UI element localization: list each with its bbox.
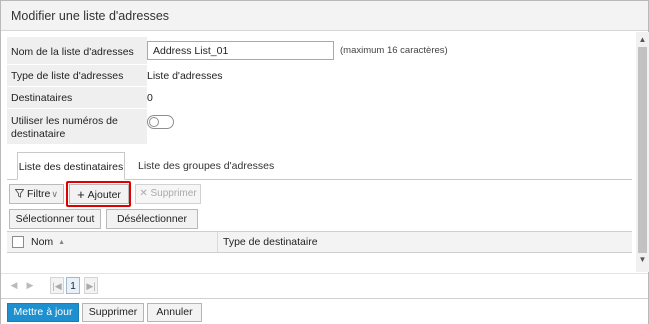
x-icon: ✕ (139, 188, 148, 199)
name-label: Nom de la liste d'adresses (11, 46, 134, 58)
edit-address-list-dialog: Modifier une liste d'adresses Nom de la … (0, 0, 649, 324)
dialog-title-bar: Modifier une liste d'adresses (1, 1, 648, 31)
type-value: Liste d'adresses (147, 70, 223, 82)
form-row-recipients: Destinataires 0 (7, 87, 632, 109)
recipients-count: 0 (147, 92, 153, 104)
prev-arrow-icon[interactable]: ◀ (8, 277, 20, 294)
grid-pager: ◀ ▶ |◀ 1 ▶| (1, 273, 648, 297)
sort-up-icon: ▲ (58, 239, 66, 246)
toggle-knob (149, 117, 159, 127)
first-page-icon[interactable]: |◀ (50, 277, 64, 294)
address-list-form: Nom de la liste d'adresses (maximum 16 c… (7, 37, 632, 145)
vertical-scrollbar[interactable]: ▲ ▼ (636, 32, 649, 272)
tab-address-group-list[interactable]: Liste des groupes d'adresses (138, 152, 274, 180)
use-numbers-label: Utiliser les numéros de destinataire (11, 115, 118, 140)
recipient-grid-header: Nom ▲ Type de destinataire (7, 231, 632, 253)
type-label: Type de liste d'adresses (11, 70, 124, 82)
address-list-name-input[interactable] (147, 41, 334, 60)
delete-label: Supprimer (150, 188, 197, 199)
filter-label: Filtre (27, 188, 51, 200)
cancel-button[interactable]: Annuler (147, 303, 202, 322)
add-label: Ajouter (87, 189, 121, 201)
form-row-name: Nom de la liste d'adresses (maximum 16 c… (7, 37, 632, 65)
delete-list-button[interactable]: Supprimer (82, 303, 144, 322)
dialog-footer: Mettre à jour Supprimer Annuler (1, 298, 648, 324)
next-arrow-icon[interactable]: ▶ (24, 277, 36, 294)
deselect-all-button[interactable]: Désélectionner tout (106, 209, 198, 243)
add-recipient-button[interactable]: + Ajouter (69, 184, 129, 204)
recipients-label: Destinataires (11, 92, 73, 104)
use-numbers-toggle[interactable] (147, 115, 174, 129)
scroll-thumb[interactable] (638, 47, 647, 253)
name-max-hint: (maximum 16 caractères) (340, 45, 448, 56)
form-row-type: Type de liste d'adresses Liste d'adresse… (7, 65, 632, 87)
select-all-checkbox[interactable] (12, 236, 24, 248)
dialog-title: Modifier une liste d'adresses (11, 9, 170, 23)
select-all-button[interactable]: Sélectionner tout (9, 209, 101, 229)
form-row-use-numbers: Utiliser les numéros de destinataire (7, 109, 632, 145)
scroll-down-icon[interactable]: ▼ (636, 254, 649, 266)
plus-icon: + (77, 187, 85, 202)
recipient-tabs: Liste des destinataires Liste des groupe… (7, 152, 632, 180)
column-divider (217, 232, 218, 252)
filter-icon (14, 189, 25, 198)
filter-button[interactable]: Filtre ∨ (9, 184, 64, 204)
tab-recipient-list[interactable]: Liste des destinataires (17, 152, 125, 180)
column-header-name[interactable]: Nom ▲ (31, 236, 65, 248)
column-header-recipient-type[interactable]: Type de destinataire (223, 236, 318, 248)
scroll-up-icon[interactable]: ▲ (636, 34, 649, 46)
update-button[interactable]: Mettre à jour (7, 303, 79, 322)
current-page-number[interactable]: 1 (66, 277, 80, 294)
chevron-down-icon: ∨ (51, 189, 58, 199)
delete-recipient-button[interactable]: ✕ Supprimer (135, 184, 201, 204)
dialog-content: Nom de la liste d'adresses (maximum 16 c… (1, 32, 636, 272)
grid-toolbar: Filtre ∨ + Ajouter ✕ Supprimer Sélectionn… (7, 181, 632, 243)
last-page-icon[interactable]: ▶| (84, 277, 98, 294)
